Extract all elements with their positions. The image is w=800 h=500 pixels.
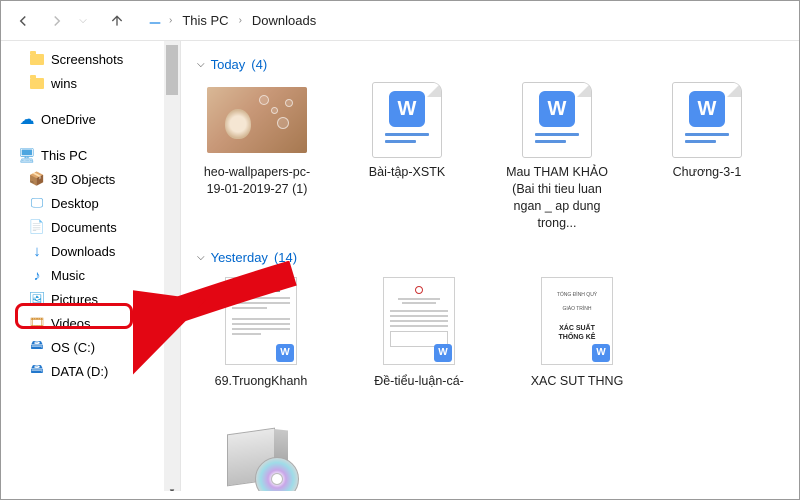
image-thumbnail [207,82,307,158]
breadcrumb-this-pc[interactable]: This PC [178,11,232,30]
sidebar-item-documents[interactable]: 📄 Documents [1,215,180,239]
sidebar-item-label: OS (C:) [51,340,95,355]
folder-icon [29,75,45,91]
file-name: Đề-tiểu-luận-cá- [355,373,483,390]
pc-icon: 🖥 [19,147,35,163]
group-label: Today [211,57,246,72]
file-list-pane[interactable]: ⌵ Today (4) heo-wallpapers-pc-19-01-2019… [181,41,799,499]
file-item[interactable]: TỔNG ĐÌNH QUỲ GIÁO TRÌNH XÁC SUẤT THỐNG … [513,275,641,390]
wps-word-icon: W [276,344,294,362]
sidebar-item-data-d[interactable]: 🖴 DATA (D:) [1,359,180,383]
sidebar-item-wins[interactable]: wins [1,71,180,95]
sidebar-item-label: wins [51,76,77,91]
nav-back-button[interactable] [13,11,33,31]
file-name: heo-wallpapers-pc-19-01-2019-27 (1) [197,164,317,198]
installer-thumbnail [211,419,311,499]
group-count: (4) [251,57,267,72]
group-header-yesterday[interactable]: ⌵ Yesterday (14) [197,250,793,265]
wps-word-icon: W [689,91,725,127]
sidebar-item-downloads[interactable]: ↓ Downloads [1,239,180,263]
file-item[interactable]: W Bài-tập-XSTK [347,82,467,232]
group-header-today[interactable]: ⌵ Today (4) [197,57,793,72]
doc-preview-text: THỐNG KÊ [546,333,608,342]
file-item[interactable]: B [355,419,375,499]
file-name: XAC SUT THNG [513,373,641,390]
file-name: Bài-tập-XSTK [347,164,467,181]
wps-word-icon: W [434,344,452,362]
nav-forward-button[interactable] [47,11,67,31]
doc-preview-text: GIÁO TRÌNH [546,306,608,312]
wps-word-icon: W [539,91,575,127]
chevron-down-icon: ⌵ [197,59,205,70]
sidebar-item-label: Music [51,268,85,283]
doc-preview-text: XÁC SUẤT [546,324,608,333]
breadcrumb-downloads[interactable]: Downloads [248,11,320,30]
sidebar-item-screenshots[interactable]: Screenshots [1,47,180,71]
nav-up-button[interactable] [107,11,127,31]
sidebar-item-label: Desktop [51,196,99,211]
sidebar-item-label: Videos [51,316,91,331]
chevron-right-icon: › [239,15,242,26]
file-name: Chương-3-1 [647,164,767,181]
doc-preview-thumbnail: W [369,275,469,367]
folder-icon [29,51,45,67]
download-folder-icon [147,11,163,30]
drive-icon: 🖴 [29,339,45,355]
group-count: (14) [274,250,297,265]
sidebar-item-label: Documents [51,220,117,235]
sidebar-item-this-pc[interactable]: 🖥 This PC [1,143,180,167]
breadcrumb[interactable]: › This PC › Downloads [147,11,320,30]
pictures-icon: 🖼 [29,291,45,307]
group-label: Yesterday [211,250,268,265]
doc-thumbnail: W [357,82,457,158]
file-item[interactable]: W Chương-3-1 [647,82,767,232]
cube-icon: 📦 [29,171,45,187]
doc-thumbnail: W [507,82,607,158]
wps-word-icon: W [592,344,610,362]
sidebar-item-3d-objects[interactable]: 📦 3D Objects [1,167,180,191]
doc-preview-thumbnail: TỔNG ĐÌNH QUỲ GIÁO TRÌNH XÁC SUẤT THỐNG … [527,275,627,367]
videos-icon: 🎞 [29,315,45,331]
crop-edge [1,491,799,499]
desktop-icon: 🖵 [29,195,45,211]
sidebar-item-label: OneDrive [41,112,96,127]
file-item[interactable]: W Đề-tiểu-luận-cá- [355,275,483,390]
sidebar-scrollbar[interactable]: ▴ ▾ [164,41,180,499]
sidebar-item-label: DATA (D:) [51,364,108,379]
documents-icon: 📄 [29,219,45,235]
sidebar-item-os-c[interactable]: 🖴 OS (C:) [1,335,180,359]
sidebar-item-desktop[interactable]: 🖵 Desktop [1,191,180,215]
scrollbar-thumb[interactable] [166,45,178,95]
file-name: Mau THAM KHẢO (Bai thi tieu luan ngan _ … [497,164,617,232]
file-item[interactable]: W Mau THAM KHẢO (Bai thi tieu luan ngan … [497,82,617,232]
doc-preview-thumbnail [355,419,375,499]
file-item[interactable]: W 69.TruongKhanh [197,275,325,390]
doc-preview-thumbnail: W [211,275,311,367]
sidebar-item-videos[interactable]: 🎞 Videos [1,311,180,335]
file-name: 69.TruongKhanh [197,373,325,390]
doc-thumbnail: W [657,82,757,158]
sidebar-item-label: This PC [41,148,87,163]
download-arrow-icon: ↓ [29,243,45,259]
drive-icon: 🖴 [29,363,45,379]
chevron-down-icon: ⌵ [197,252,205,263]
nav-recent-dropdown[interactable]: ⌵ [73,11,93,31]
chevron-right-icon: › [169,15,172,26]
onedrive-icon: ☁ [19,111,35,127]
sidebar-item-onedrive[interactable]: ☁ OneDrive [1,107,180,131]
wps-word-icon: W [389,91,425,127]
sidebar-item-music[interactable]: ♪ Music [1,263,180,287]
sidebar-item-label: 3D Objects [51,172,115,187]
sidebar-item-label: Downloads [51,244,115,259]
file-item[interactable]: heo-wallpapers-pc-19-01-2019-27 (1) [197,82,317,232]
sidebar-item-label: Screenshots [51,52,123,67]
sidebar-item-label: Pictures [51,292,98,307]
doc-preview-text: TỔNG ĐÌNH QUỲ [546,292,608,298]
navigation-pane[interactable]: Screenshots wins ☁ OneDrive 🖥 This PC 📦 3D … [1,41,181,499]
sidebar-item-pictures[interactable]: 🖼 Pictures [1,287,180,311]
file-item[interactable]: ChromeSetup [197,419,325,499]
music-icon: ♪ [29,267,45,283]
